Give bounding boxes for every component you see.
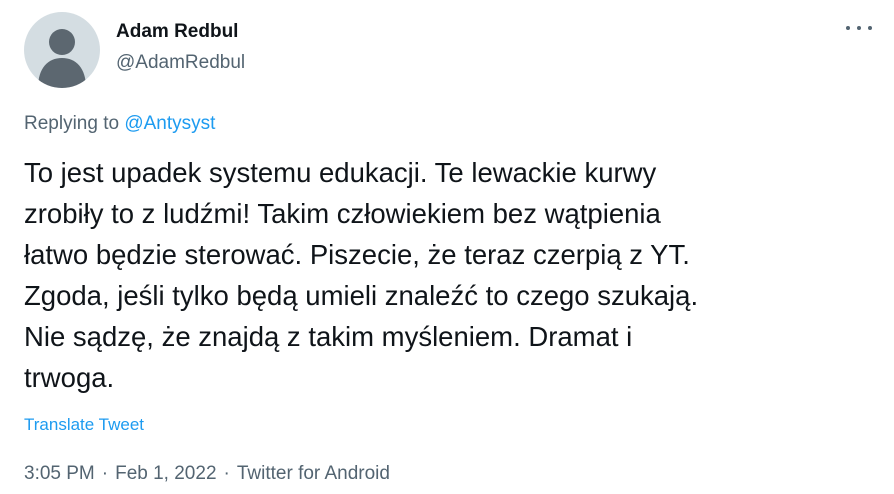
- tweet-time[interactable]: 3:05 PM: [24, 463, 95, 484]
- translate-tweet-link[interactable]: Translate Tweet: [24, 414, 144, 436]
- replying-to-label: Replying to: [24, 113, 125, 134]
- default-avatar-icon: [38, 29, 86, 88]
- tweet-date[interactable]: Feb 1, 2022: [115, 463, 216, 484]
- meta-separator: ·: [223, 463, 230, 484]
- tweet-source[interactable]: Twitter for Android: [237, 463, 390, 484]
- avatar[interactable]: [24, 12, 100, 88]
- author-names: Adam Redbul @AdamRedbul: [116, 12, 245, 75]
- more-dot: [846, 26, 850, 30]
- more-options-icon[interactable]: [846, 18, 872, 38]
- tweet-container: Adam Redbul @AdamRedbul Replying to @Ant…: [0, 0, 894, 494]
- author-display-name[interactable]: Adam Redbul: [116, 20, 245, 44]
- replying-to-line: Replying to @Antysyst: [24, 112, 215, 136]
- author-handle[interactable]: @AdamRedbul: [116, 51, 245, 75]
- tweet-meta: 3:05 PM · Feb 1, 2022 · Twitter for Android: [24, 462, 390, 486]
- more-dot: [868, 26, 872, 30]
- tweet-text: To jest upadek systemu edukacji. Te lewa…: [24, 157, 699, 393]
- reply-mention-link[interactable]: @Antysyst: [124, 113, 215, 134]
- meta-separator: ·: [101, 463, 109, 484]
- more-dot: [857, 26, 861, 30]
- tweet-header: Adam Redbul @AdamRedbul: [24, 12, 245, 88]
